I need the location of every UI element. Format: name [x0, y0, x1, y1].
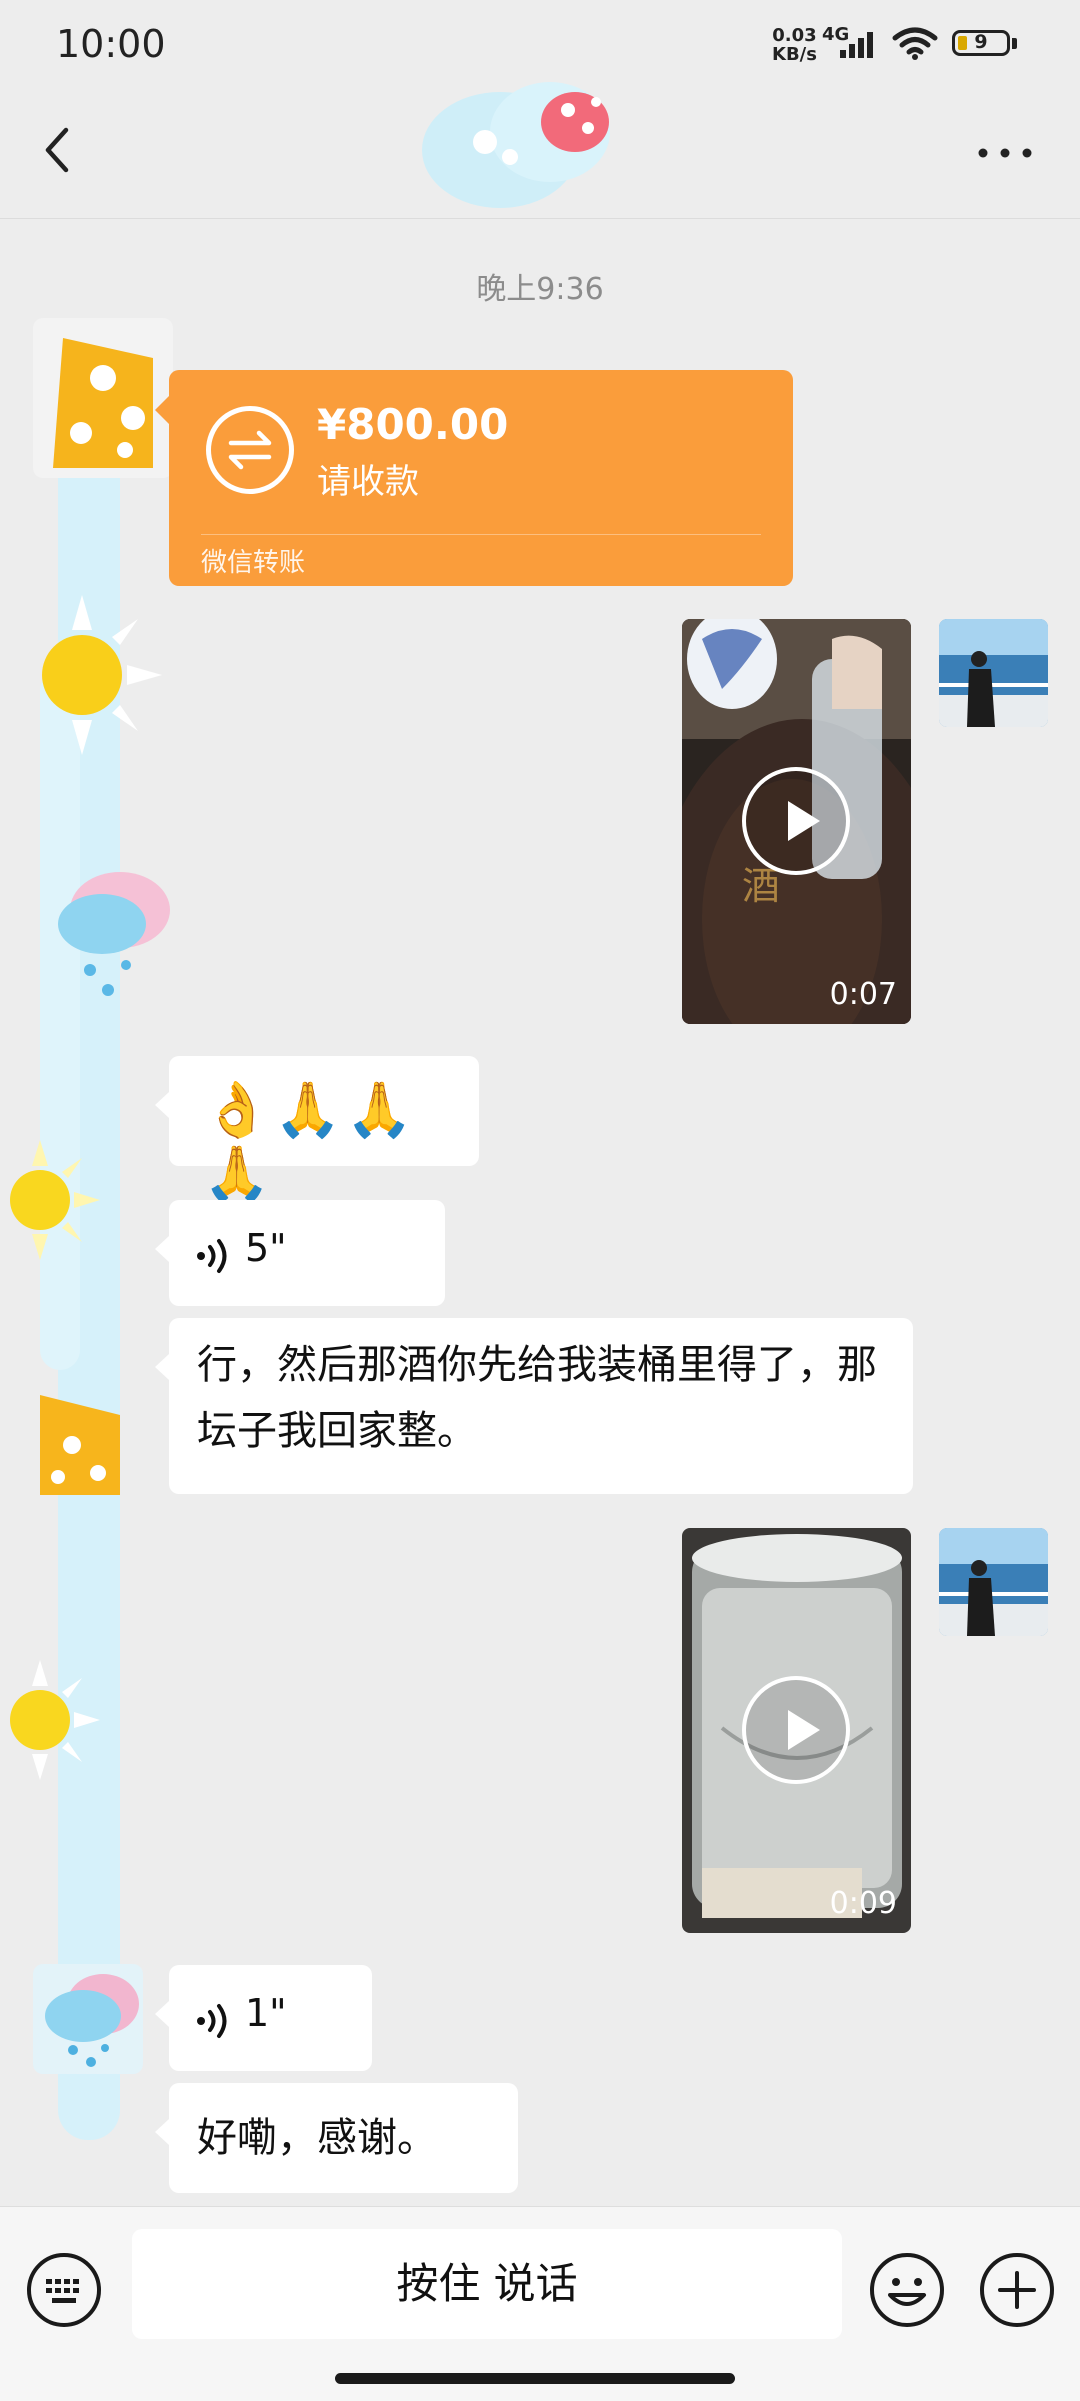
battery-level: 9: [974, 31, 988, 53]
video-duration: 0:09: [829, 1886, 897, 1921]
chat-header: [0, 82, 1080, 218]
my-avatar[interactable]: [939, 619, 1048, 727]
plus-icon[interactable]: [978, 2251, 1056, 2329]
transfer-message-card[interactable]: ¥800.00 请收款 微信转账: [155, 370, 793, 586]
wifi-icon: [892, 27, 938, 60]
text-message-bubble[interactable]: 行，然后那酒你先给我装桶里得了，那坛子我回家整。: [155, 1318, 913, 1494]
my-avatar[interactable]: [939, 1528, 1048, 1636]
keyboard-icon[interactable]: [25, 2251, 103, 2329]
decorative-weather-strip: [10, 320, 170, 2140]
message-text: 好嘞，感谢。: [197, 2115, 437, 2161]
voice-message-bubble[interactable]: 5": [155, 1200, 445, 1306]
network-speed: 0.03 KB/s: [772, 26, 817, 64]
transfer-status: 请收款: [317, 462, 419, 502]
play-icon[interactable]: [742, 1676, 850, 1784]
emoji-message: 👌🙏🙏🙏: [203, 1078, 417, 1205]
voice-wave-icon: [197, 1239, 227, 1273]
back-button[interactable]: [30, 120, 90, 180]
contact-avatar[interactable]: [33, 1964, 143, 2074]
more-options-icon[interactable]: [970, 128, 1040, 178]
video-duration: 0:07: [829, 977, 897, 1012]
contact-name-image: [422, 82, 610, 208]
header-divider: [0, 218, 1080, 219]
emoji-icon[interactable]: [868, 2251, 946, 2329]
voice-duration: 5": [245, 1226, 287, 1270]
voice-message-bubble[interactable]: 1": [155, 1965, 372, 2071]
transfer-label: 微信转账: [201, 548, 306, 578]
home-indicator[interactable]: [335, 2373, 735, 2384]
hold-to-talk-button[interactable]: 按住 说话: [132, 2229, 842, 2339]
message-text: 行，然后那酒你先给我装桶里得了，那坛子我回家整。: [197, 1342, 877, 1454]
emoji-message-bubble[interactable]: 👌🙏🙏🙏: [155, 1056, 479, 1205]
video-message[interactable]: 0:09: [682, 1528, 911, 1933]
text-message-bubble[interactable]: 好嘞，感谢。: [155, 2083, 518, 2193]
contact-avatar[interactable]: [33, 318, 173, 478]
voice-duration: 1": [245, 1991, 287, 2035]
signal-icon: [840, 32, 873, 58]
network-speed-value: 0.03: [772, 25, 817, 46]
play-icon[interactable]: [742, 767, 850, 875]
video-message[interactable]: 酒 0:07: [682, 619, 911, 1024]
transfer-amount: ¥800.00: [317, 400, 509, 449]
voice-wave-icon: [197, 2004, 227, 2038]
chat-input-bar: 按住 说话: [0, 2206, 1080, 2401]
battery-icon: 9: [952, 30, 1010, 56]
network-speed-unit: KB/s: [772, 44, 817, 65]
transfer-icon: [206, 406, 294, 494]
message-timestamp: 晚上9:36: [476, 272, 604, 307]
status-time: 10:00: [56, 22, 166, 66]
